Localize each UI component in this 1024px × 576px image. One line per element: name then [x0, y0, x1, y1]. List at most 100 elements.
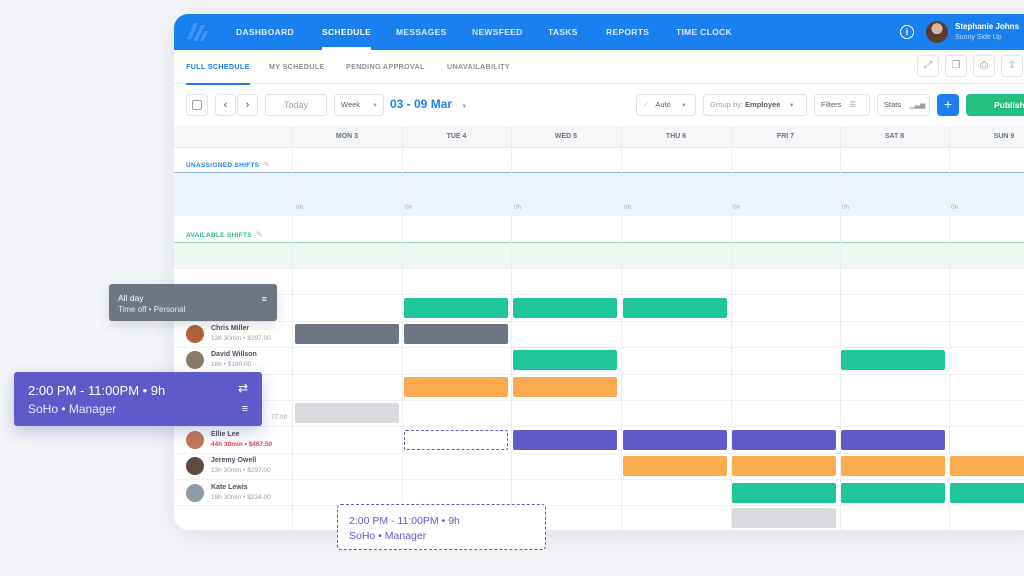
- shift-block[interactable]: [841, 430, 945, 450]
- employee-row-jeremy-owell[interactable]: Jeremy Owell 13h 30min • $297.00: [186, 456, 296, 478]
- stats-label: Stats: [884, 100, 902, 109]
- tab-unavailability[interactable]: UNAVAILABILITY: [447, 50, 510, 84]
- shift-block[interactable]: [950, 456, 1024, 476]
- shift-drop-placeholder-card[interactable]: 2:00 PM - 11:00PM • 9h SoHo • Manager: [337, 504, 546, 550]
- chevron-down-icon: ▼: [461, 104, 468, 110]
- shift-block[interactable]: [513, 298, 617, 318]
- user-name[interactable]: Stephanie Johns: [955, 22, 1019, 31]
- employee-hours-cost: 44h 30min • $467.50: [211, 441, 273, 448]
- shift-block[interactable]: [404, 298, 508, 318]
- scheduler-app: DASHBOARD SCHEDULE MESSAGES NEWSFEED TAS…: [174, 14, 1024, 530]
- shift-block[interactable]: [950, 483, 1024, 503]
- row-divider: [174, 505, 1024, 506]
- swap-icon[interactable]: ⇄: [238, 381, 248, 395]
- row-divider: [174, 268, 1024, 269]
- expand-icon[interactable]: ⤢: [917, 55, 939, 77]
- bar-chart-icon: ▁▃▅: [909, 102, 926, 109]
- employee-row-david-willson[interactable]: David Willson 18h • $180.00: [186, 350, 296, 372]
- shift-block[interactable]: [513, 377, 617, 397]
- avatar: [186, 325, 204, 343]
- shift-location-role: SoHo • Manager: [28, 402, 117, 416]
- next-week-button[interactable]: ›: [237, 94, 258, 116]
- row-divider: [174, 321, 1024, 322]
- unassigned-hours-thu: 0h: [624, 204, 632, 211]
- filters-button[interactable]: Filters ☰: [814, 94, 870, 116]
- row-divider: [174, 426, 1024, 427]
- employee-hours-cost: 19h 30min • $234.00: [211, 494, 271, 501]
- shift-block[interactable]: [732, 483, 836, 503]
- shift-block[interactable]: [513, 430, 617, 450]
- tab-full-schedule[interactable]: FULL SCHEDULE: [186, 50, 250, 85]
- placeholder-shift-time: 2:00 PM - 11:00PM • 9h: [349, 515, 460, 527]
- unassigned-hours-wed: 0h: [514, 204, 522, 211]
- select-all-checkbox[interactable]: [186, 94, 208, 116]
- prev-week-button[interactable]: ‹: [215, 94, 236, 116]
- unassigned-hours-sun: 0h: [951, 204, 959, 211]
- print-icon[interactable]: ⎙: [973, 55, 995, 77]
- nav-time-clock[interactable]: TIME CLOCK: [676, 14, 732, 50]
- nav-newsfeed[interactable]: NEWSFEED: [472, 14, 523, 50]
- employee-row-kate-lewis[interactable]: Kate Lewis 19h 30min • $234.00: [186, 483, 296, 505]
- copy-icon[interactable]: ❐: [945, 55, 967, 77]
- publish-button[interactable]: Publish: [966, 94, 1024, 116]
- group-by-select[interactable]: Group by: Employee ▼: [703, 94, 807, 116]
- magic-wand-icon: ⟋: [643, 100, 649, 109]
- shift-time: 2:00 PM - 11:00PM • 9h: [28, 383, 166, 398]
- shift-block[interactable]: [295, 403, 399, 423]
- top-navigation: DASHBOARD SCHEDULE MESSAGES NEWSFEED TAS…: [174, 14, 1024, 50]
- employee-row-chris-miller[interactable]: Chris Miller 13h 30min • $297.00: [186, 324, 296, 346]
- employee-hours-cost: 77.00: [271, 414, 288, 421]
- available-shifts-band[interactable]: [174, 242, 1024, 268]
- shift-block[interactable]: [841, 483, 945, 503]
- user-organization: Sunny Side Up: [955, 34, 1002, 41]
- avatar: [186, 484, 204, 502]
- shift-block[interactable]: [732, 456, 836, 476]
- nav-messages[interactable]: MESSAGES: [396, 14, 447, 50]
- stats-button[interactable]: Stats ▁▃▅: [877, 94, 930, 116]
- day-header-thu: THU 6: [665, 133, 687, 140]
- employee-hours-cost: 18h • $180.00: [211, 361, 252, 368]
- pin-icon[interactable]: ✎: [256, 230, 263, 239]
- unassigned-hours-fri: 0h: [733, 204, 741, 211]
- view-select[interactable]: Week ▼: [334, 94, 384, 116]
- nav-tasks[interactable]: TASKS: [548, 14, 578, 50]
- date-range-selector[interactable]: 03 - 09 Mar ▼: [390, 97, 467, 111]
- employee-name: Kate Lewis: [211, 484, 248, 491]
- auto-fill-select[interactable]: ⟋ Auto ▼: [636, 94, 696, 116]
- nav-dashboard[interactable]: DASHBOARD: [236, 14, 294, 50]
- shift-block[interactable]: [404, 324, 508, 344]
- shift-block[interactable]: [623, 430, 727, 450]
- nav-reports[interactable]: REPORTS: [606, 14, 649, 50]
- dragged-shift-card[interactable]: 2:00 PM - 11:00PM • 9h SoHo • Manager ⇄ …: [14, 372, 262, 426]
- shift-block[interactable]: [623, 298, 727, 318]
- export-icon[interactable]: ⇪: [1001, 55, 1023, 77]
- user-avatar[interactable]: [926, 21, 948, 43]
- shift-block[interactable]: [404, 377, 508, 397]
- nav-schedule[interactable]: SCHEDULE: [322, 14, 372, 50]
- column-divider: [621, 126, 622, 530]
- add-shift-button[interactable]: +: [937, 94, 959, 116]
- shift-block[interactable]: [513, 350, 617, 370]
- employee-name: Jeremy Owell: [211, 457, 257, 464]
- column-divider: [511, 126, 512, 530]
- shift-block[interactable]: [295, 324, 399, 344]
- shift-block[interactable]: [732, 430, 836, 450]
- info-icon[interactable]: i: [900, 25, 914, 39]
- day-header-wed: WED 5: [554, 133, 578, 140]
- shift-block[interactable]: [841, 350, 945, 370]
- tab-my-schedule[interactable]: MY SCHEDULE: [269, 50, 324, 84]
- time-off-card[interactable]: All day Time off • Personal ≡: [109, 284, 277, 321]
- today-button[interactable]: Today: [265, 94, 327, 116]
- pin-icon[interactable]: ✎: [263, 160, 270, 169]
- employee-hours-cost: 13h 30min • $297.00: [211, 335, 271, 342]
- empty-shift-slot[interactable]: [404, 430, 508, 450]
- available-shifts-label: AVAILABLE SHIFTS ✎: [186, 230, 263, 239]
- shift-block[interactable]: [623, 456, 727, 476]
- tab-pending-approval[interactable]: PENDING APPROVAL: [346, 50, 425, 84]
- shift-block[interactable]: [732, 508, 836, 528]
- day-header-sat: SAT 8: [884, 133, 905, 140]
- row-divider: [174, 347, 1024, 348]
- schedule-subtabs: FULL SCHEDULE MY SCHEDULE PENDING APPROV…: [174, 50, 1024, 85]
- employee-row-ellie-lee[interactable]: Ellie Lee 44h 30min • $467.50: [186, 430, 296, 452]
- shift-block[interactable]: [841, 456, 945, 476]
